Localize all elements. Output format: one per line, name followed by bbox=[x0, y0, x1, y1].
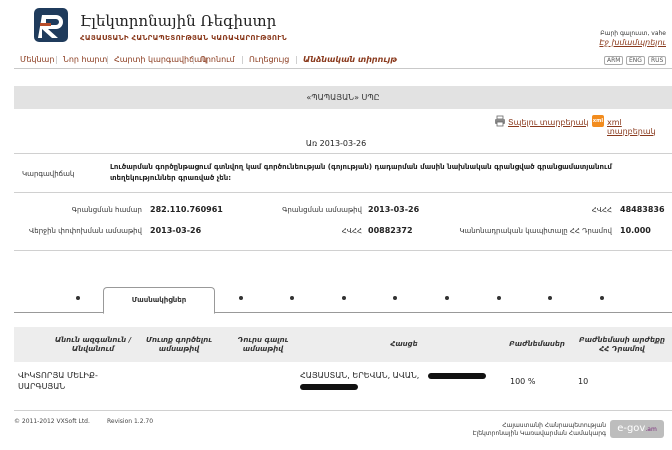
nav-item-search[interactable]: Որոնում bbox=[200, 55, 235, 64]
print-version-link[interactable]: Տպելու տարբերակ bbox=[508, 118, 589, 127]
divider bbox=[14, 192, 672, 193]
lang-eng-button[interactable]: ENG bbox=[626, 56, 645, 65]
reg-number-value: 282.110.760961 bbox=[150, 205, 223, 214]
reg-number-label: Գրանցման համար bbox=[71, 206, 142, 214]
egov-logo[interactable]: e-gov.am bbox=[610, 420, 664, 438]
participant-address: ՀԱՅԱՍՏԱՆ, ԵՐԵՎԱՆ, ԱՎԱՆ, bbox=[300, 371, 420, 380]
tax-id-label: ՀՎՀՀ bbox=[591, 206, 612, 214]
nav-item-personal-area[interactable]: Անձնական տիրույթ bbox=[303, 55, 397, 64]
company-title: «ՊԱՊԱՅԱՆ» ՍՊԸ bbox=[14, 86, 672, 109]
xml-icon[interactable]: xml bbox=[592, 115, 604, 127]
redaction-mark bbox=[300, 384, 358, 390]
nav-separator: | bbox=[106, 55, 109, 64]
revision: Revision 1.2.70 bbox=[107, 418, 154, 425]
as-of-date: Առ 2013-03-26 bbox=[305, 139, 367, 148]
capital-label: Կանոնադրական կապիտալը ՀՀ Դրամով bbox=[459, 227, 612, 235]
tab-participants[interactable]: Մասնակիցներ bbox=[103, 287, 215, 314]
change-date-label: Վերջին փոփոխման ամսաթիվ bbox=[29, 227, 142, 235]
printer-icon[interactable] bbox=[494, 115, 506, 127]
col-name: Անուն ազգանուն / Անվանում bbox=[54, 335, 132, 353]
xml-version-link[interactable]: xml տարբերակ bbox=[607, 118, 672, 136]
main-nav: Մեկնար | Նոր հարտ | Հարտի կարգավիճակ | Ո… bbox=[14, 53, 672, 69]
table-header: Անուն ազգանուն / Անվանում Մուտք գործելու… bbox=[14, 327, 672, 362]
redaction-mark bbox=[428, 373, 486, 379]
tab-dot[interactable] bbox=[290, 296, 294, 300]
status-text: Լուծարման գործընթացում գտնվող կամ գործու… bbox=[110, 163, 612, 182]
footer-divider bbox=[14, 410, 672, 411]
participant-share-value: 10 bbox=[578, 377, 589, 386]
col-share-value: Բաժնեմասի արժեքը ՀՀ Դրամով bbox=[579, 335, 665, 353]
nav-item-home[interactable]: Մեկնար bbox=[20, 55, 54, 64]
status-label: Կարգավիճակ bbox=[22, 170, 75, 178]
col-shares: Բաժնեմասեր bbox=[509, 340, 565, 348]
divider bbox=[14, 250, 672, 251]
tab-dot[interactable] bbox=[600, 296, 604, 300]
header: Էլեկտրոնային Ռեգիստր ՀԱՅԱՍՏԱՆԻ ՀԱՆՐԱՊԵՏՈ… bbox=[0, 0, 672, 50]
copyright: © 2011-2012 VXSoft Ltd. bbox=[14, 418, 90, 425]
vat-label: ՀՎՀՀ bbox=[341, 227, 362, 235]
col-entry-date: Մուտք գործելու ամսաթիվ bbox=[145, 335, 213, 353]
egov-suffix: .am bbox=[645, 426, 657, 433]
tab-dot[interactable] bbox=[342, 296, 346, 300]
lang-arm-button[interactable]: ARM bbox=[604, 56, 624, 65]
welcome-text: Բարի գալուստ, vahe bbox=[600, 30, 666, 37]
reg-date-label: Գրանցման ամսաթիվ bbox=[282, 206, 362, 214]
change-date-value: 2013-03-26 bbox=[150, 226, 202, 235]
col-address: Հասցե bbox=[390, 340, 418, 348]
footer-gov-text: Հայաստանի Հանրապետության Էլեկտրոնային Կա… bbox=[473, 422, 606, 438]
nav-separator: | bbox=[192, 55, 195, 64]
capital-value: 10.000 bbox=[620, 226, 651, 235]
footer-line-1: Հայաստանի Հանրապետության bbox=[502, 422, 606, 429]
participant-share: 100 % bbox=[510, 377, 536, 386]
lang-rus-button[interactable]: RUS bbox=[648, 56, 667, 65]
tab-dot[interactable] bbox=[393, 296, 397, 300]
tab-dot[interactable] bbox=[445, 296, 449, 300]
site-subtitle: ՀԱՅԱՍՏԱՆԻ ՀԱՆՐԱՊԵՏՈՒԹՅԱՆ ԿԱՌԱՎԱՐՈՒԹՅՈՒՆ bbox=[80, 34, 287, 42]
nav-separator: | bbox=[55, 55, 58, 64]
tab-dot[interactable] bbox=[76, 296, 80, 300]
divider bbox=[14, 153, 672, 154]
vat-value: 00882372 bbox=[368, 226, 413, 235]
participant-name: ՎԻԿՏՈՐՅԱ ՄԵԼԻՔ-ՍԱՐԳՍՅԱՆ bbox=[18, 371, 98, 391]
tab-dot[interactable] bbox=[548, 296, 552, 300]
nav-separator: | bbox=[295, 55, 298, 64]
e-register-logo-icon[interactable] bbox=[32, 6, 70, 44]
col-exit-date: Դուրս գալու ամսաթիվ bbox=[237, 335, 289, 353]
reg-date-value: 2013-03-26 bbox=[368, 205, 420, 214]
tab-dot[interactable] bbox=[239, 296, 243, 300]
nav-separator: | bbox=[241, 55, 244, 64]
account-link[interactable]: Էջ խմամպրելու bbox=[599, 38, 666, 47]
footer-line-2: Էլեկտրոնային Կառավարման Համակարգ bbox=[472, 430, 606, 437]
nav-item-guide[interactable]: Ուղեցույց bbox=[249, 55, 289, 64]
tax-id-value: 48483836 bbox=[620, 205, 665, 214]
nav-item-new-report[interactable]: Նոր հարտ bbox=[63, 55, 107, 64]
site-title: Էլեկտրոնային Ռեգիստր bbox=[80, 12, 277, 30]
egov-text: e-gov bbox=[617, 423, 646, 434]
tab-dot[interactable] bbox=[497, 296, 501, 300]
